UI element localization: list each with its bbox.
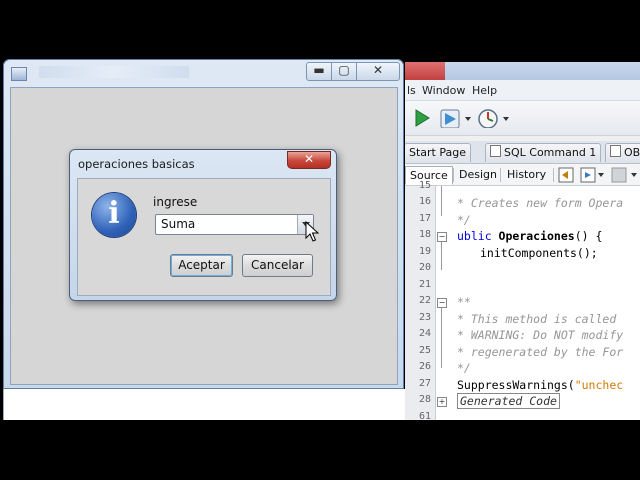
line-number: 28 <box>418 394 431 405</box>
dialog-title: operaciones basicas <box>78 157 195 171</box>
code-line-16: * Creates new form Opera <box>457 196 624 210</box>
profile-icon[interactable] <box>477 108 513 128</box>
line-number: 22 <box>418 295 431 306</box>
fold-collapse-icon[interactable]: − <box>437 298 447 308</box>
code-line-28[interactable]: Generated Code <box>457 393 560 409</box>
ide-title-accent <box>405 62 445 80</box>
code-line-26: */ <box>457 361 471 375</box>
sql-file-icon <box>490 145 501 157</box>
tab-design[interactable]: Design <box>455 166 501 183</box>
fold-expand-icon[interactable]: + <box>437 397 447 407</box>
line-number: 27 <box>418 378 431 389</box>
code-editor[interactable]: 15 16 17 18 19 20 21 22 23 24 25 26 27 2… <box>405 180 640 420</box>
line-number: 23 <box>418 312 431 323</box>
forward-source-icon[interactable] <box>580 167 606 183</box>
information-icon: i <box>92 193 136 237</box>
code-line-17: */ <box>457 213 471 227</box>
netbeans-ide-window: ls Window Help Start Page SQL Command 1 … <box>405 62 640 420</box>
tab-history[interactable]: History <box>503 166 550 183</box>
debug-icon[interactable] <box>439 108 475 128</box>
tab-start-page[interactable]: Start Page <box>405 143 471 162</box>
back-source-icon[interactable] <box>558 167 574 183</box>
toggle-icon[interactable] <box>611 167 640 183</box>
line-number: 21 <box>418 279 431 290</box>
tab-ob[interactable]: OB <box>605 143 640 162</box>
fold-guide <box>441 306 442 368</box>
maximize-button[interactable]: ▢ <box>331 62 357 81</box>
code-line-24: * WARNING: Do NOT modify <box>457 328 624 342</box>
accept-button[interactable]: Aceptar <box>170 254 233 277</box>
editor-view-tabs: Source Design History <box>405 164 640 186</box>
divider <box>553 168 554 182</box>
line-number: 17 <box>418 213 431 224</box>
editor-tab-strip: Start Page SQL Command 1 OB <box>405 141 640 164</box>
tab-sql-command-1[interactable]: SQL Command 1 <box>485 143 602 162</box>
code-line-22: ** <box>457 295 471 309</box>
code-line-19: initComponents(); <box>480 246 598 260</box>
line-number: 20 <box>418 262 431 273</box>
fold-guide <box>441 186 442 216</box>
ide-menubar: ls Window Help <box>405 80 640 101</box>
fold-guide <box>441 240 442 270</box>
line-number: 61 <box>418 411 431 420</box>
line-number: 25 <box>418 345 431 356</box>
menu-item-window[interactable]: Window <box>422 84 465 97</box>
code-line-23: * This method is called <box>457 312 617 326</box>
window-title-blur <box>39 66 189 78</box>
divider <box>453 168 454 182</box>
menu-item-ls[interactable]: ls <box>407 84 416 97</box>
code-line-18: ublic Operaciones() { <box>457 229 603 243</box>
prompt-label: ingrese <box>153 195 198 209</box>
minimize-button[interactable]: ▬ <box>306 62 332 81</box>
ide-toolbar <box>405 101 640 136</box>
generated-code-fold[interactable]: Generated Code <box>457 393 560 409</box>
run-icon[interactable] <box>413 108 431 128</box>
fold-collapse-icon[interactable]: − <box>437 232 447 242</box>
close-window-button[interactable]: ✕ <box>356 62 400 81</box>
menu-item-help[interactable]: Help <box>472 84 497 97</box>
line-number: 15 <box>418 180 431 191</box>
cancel-button[interactable]: Cancelar <box>242 254 313 277</box>
file-icon <box>610 145 621 157</box>
code-line-27: SuppressWarnings("unchec <box>457 378 624 392</box>
line-number-gutter: 15 16 17 18 19 20 21 22 23 24 25 26 27 2… <box>405 180 436 420</box>
background-white-area <box>3 389 405 420</box>
dialog-close-button[interactable]: ✕ <box>287 151 331 169</box>
java-window-icon <box>11 67 27 81</box>
line-number: 19 <box>418 246 431 257</box>
code-line-25: * regenerated by the For <box>457 345 624 359</box>
line-number: 24 <box>418 328 431 339</box>
line-number: 26 <box>418 361 431 372</box>
input-dialog: operaciones basicas ✕ i ingrese Suma Ace… <box>69 149 337 301</box>
dialog-body: i ingrese Suma Aceptar Cancelar <box>77 178 331 296</box>
divider <box>500 168 501 182</box>
line-number: 18 <box>418 229 431 240</box>
mouse-pointer-icon <box>305 221 319 242</box>
line-number: 16 <box>418 196 431 207</box>
selected-operation: Suma <box>161 217 196 231</box>
operation-select[interactable]: Suma <box>155 214 314 235</box>
